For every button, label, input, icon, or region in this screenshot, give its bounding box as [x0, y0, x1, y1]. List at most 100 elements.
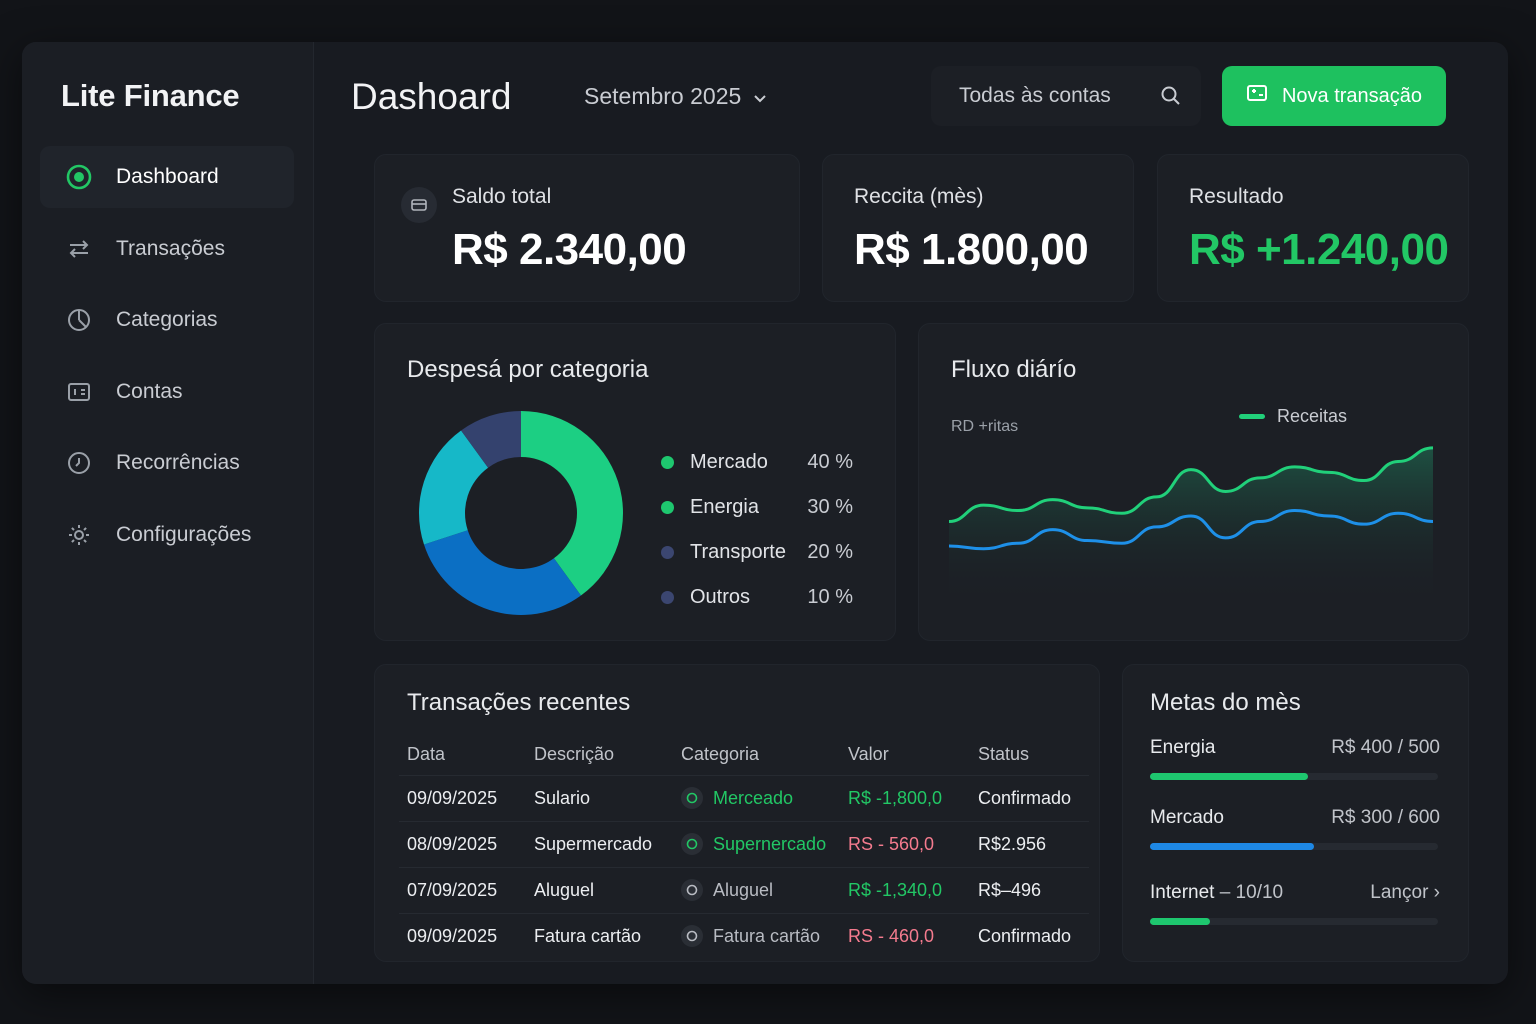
sidebar-item-recorrencias[interactable]: Recorrências: [40, 432, 294, 494]
table-row[interactable]: 09/09/2025 Fatura cartão Fatura cartão RS -…: [399, 912, 1089, 959]
income-card: Reccita (mès) R$ 1.800,00: [822, 154, 1134, 302]
legend-value: 20 %: [807, 541, 853, 563]
daily-flow-card: Fluxo diárío RD +ritas Receitas: [918, 323, 1469, 641]
result-card: Resultado R$ +1.240,00: [1157, 154, 1469, 302]
sidebar-item-label: Configurações: [116, 522, 252, 546]
tx-category: Aluguel: [673, 866, 840, 913]
flow-title: Fluxo diárío: [951, 356, 1077, 383]
tx-date: 07/09/2025: [399, 866, 526, 913]
recurring-icon: [64, 448, 94, 478]
sidebar-item-transacoes[interactable]: Transações: [40, 218, 294, 280]
sidebar-item-label: Recorrências: [116, 451, 240, 474]
card-icon: [401, 187, 437, 223]
tx-status: Confirmado: [970, 774, 1089, 821]
tx-description: Sulario: [526, 774, 673, 821]
expenses-title: Despesá por categoria: [407, 356, 649, 383]
goal-progress-bar: [1150, 773, 1438, 780]
search-icon[interactable]: [1159, 84, 1183, 114]
page-title: Dashoard: [351, 76, 512, 117]
goal-name: Mercado: [1150, 807, 1224, 828]
category-label: Merceado: [713, 787, 794, 808]
pie-chart-icon: [64, 305, 94, 335]
col-header[interactable]: Descrição: [526, 735, 673, 775]
goal-amount: R$ 400 / 500: [1331, 737, 1440, 758]
goals-title: Metas do mès: [1150, 689, 1301, 716]
app-window: Lite Finance Dashboard Transações Catego…: [22, 42, 1508, 984]
table-row[interactable]: 09/09/2025 Sulario Merceado R$ -1,800,0 Conf…: [399, 774, 1089, 821]
new-transaction-button[interactable]: Nova transação: [1222, 66, 1446, 126]
tx-value: R$ -1,340,0: [840, 866, 970, 913]
tx-date: 08/09/2025: [399, 820, 526, 867]
goal-progress-bar: [1150, 918, 1438, 925]
target-icon: [64, 162, 94, 192]
result-value: R$ +1.240,00: [1189, 225, 1449, 274]
expenses-card: Despesá por categoria Mercado 40 % Energ…: [374, 323, 896, 641]
tx-date: 09/09/2025: [399, 912, 526, 959]
goal-progress-bar: [1150, 843, 1438, 850]
accounts-search[interactable]: Todas às contas: [931, 66, 1201, 126]
legend-dot: [661, 456, 674, 469]
accounts-filter-label: Todas às contas: [959, 84, 1111, 107]
sidebar-item-configuracoes[interactable]: Configurações: [40, 504, 294, 566]
col-header[interactable]: Status: [970, 735, 1089, 775]
goal-progress-fill: [1150, 918, 1211, 925]
tx-description: Supermercado: [526, 820, 673, 867]
goal-item: Mercado R$ 300 / 600: [1150, 807, 1440, 850]
category-label: Fatura cartão: [713, 925, 821, 946]
table-row[interactable]: 07/09/2025 Aluguel Aluguel R$ -1,340,0 R$–49…: [399, 866, 1089, 913]
sidebar-item-contas[interactable]: Contas: [40, 361, 294, 423]
income-label: Reccita (mès): [854, 185, 984, 208]
category-icon: [681, 879, 703, 901]
sidebar: Lite Finance Dashboard Transações Catego…: [22, 42, 314, 984]
category-label: Supernercado: [713, 833, 827, 854]
result-label: Resultado: [1189, 185, 1284, 208]
transactions-card: Transações recentes Data Descrição Categ…: [374, 664, 1100, 962]
col-header[interactable]: Valor: [840, 735, 970, 775]
legend-dot: [661, 591, 674, 604]
sidebar-item-label: Categorias: [116, 308, 218, 331]
col-header[interactable]: Categoria: [673, 735, 840, 775]
tx-date: 09/09/2025: [399, 774, 526, 821]
table-row[interactable]: 08/09/2025 Supermercado Supernercado RS - 5…: [399, 820, 1089, 867]
goal-item: Energia R$ 400 / 500: [1150, 737, 1440, 780]
legend-label: Mercado: [690, 451, 768, 473]
tx-value: RS - 560,0: [840, 820, 970, 867]
donut-slice-energia[interactable]: [423, 530, 581, 615]
month-selector[interactable]: Setembro 2025: [584, 83, 767, 110]
series-area: [949, 447, 1433, 606]
sidebar-item-label: Dashboard: [116, 165, 219, 188]
transactions-table: Data Descrição Categoria Valor Status 09…: [399, 735, 1089, 959]
main-content: Dashoard Setembro 2025 Todas às contas N…: [314, 42, 1508, 984]
tx-status: R$–496: [970, 866, 1089, 913]
table-header: Data Descrição Categoria Valor Status: [399, 735, 1089, 775]
legend-item: Transporte 20 %: [661, 530, 853, 575]
legend-item: Mercado 40 %: [661, 440, 853, 485]
sidebar-item-label: Transações: [116, 236, 225, 260]
tx-category: Fatura cartão: [673, 912, 840, 959]
legend-item: Energia 30 %: [661, 485, 853, 530]
goal-launch-link[interactable]: Lançor ›: [1370, 882, 1440, 904]
transfer-arrows-icon: [64, 234, 94, 264]
legend-value: 10 %: [807, 586, 853, 608]
tx-value: RS - 460,0: [840, 912, 970, 959]
tx-status: R$2.956: [970, 820, 1089, 867]
tx-category: Supernercado: [673, 820, 840, 867]
balance-value: R$ 2.340,00: [452, 225, 687, 274]
tx-category: Merceado: [673, 774, 840, 821]
col-header[interactable]: Data: [399, 735, 526, 775]
flow-chart: [949, 446, 1434, 606]
category-icon: [681, 833, 703, 855]
expenses-legend: Mercado 40 % Energia 30 % Transporte 20 …: [661, 440, 853, 620]
sidebar-item-dashboard[interactable]: Dashboard: [40, 146, 294, 208]
goal-amount: R$ 300 / 600: [1331, 807, 1440, 828]
transactions-title: Transações recentes: [407, 689, 631, 716]
balance-label: Saldo total: [452, 185, 552, 208]
tx-description: Fatura cartão: [526, 912, 673, 959]
wallet-icon: [64, 377, 94, 407]
sidebar-item-label: Contas: [116, 379, 183, 403]
card-add-icon: [1246, 83, 1268, 109]
sidebar-item-categorias[interactable]: Categorias: [40, 289, 294, 351]
chevron-down-icon: [753, 83, 767, 110]
tx-status: Confirmado: [970, 912, 1089, 959]
goal-name: Internet – 10/10: [1150, 882, 1284, 903]
